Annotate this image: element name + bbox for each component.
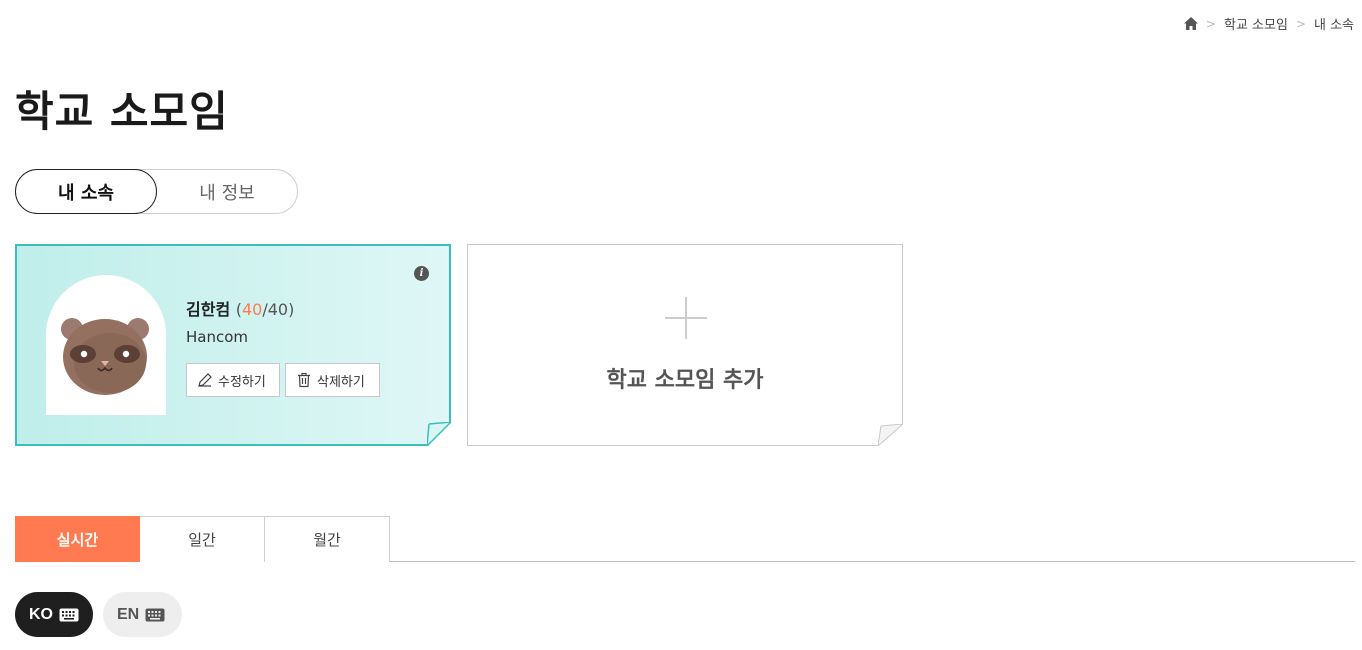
plus-icon <box>665 297 707 339</box>
add-group-card[interactable]: 학교 소모임 추가 <box>467 244 903 446</box>
tab-realtime[interactable]: 실시간 <box>15 516 140 562</box>
keyboard-icon <box>145 608 165 621</box>
card-fold-corner <box>427 422 451 446</box>
tab-daily[interactable]: 일간 <box>140 516 265 562</box>
group-member-name: 김한컴 (40/40) <box>186 296 294 320</box>
language-ko-label: KO <box>29 605 53 623</box>
page-title: 학교 소모임 <box>15 87 229 136</box>
chevron-right-icon: > <box>1205 16 1216 31</box>
affiliation-segmented-control: 내 소속 내 정보 <box>15 169 298 214</box>
delete-button-label: 삭제하기 <box>317 374 365 390</box>
language-en-label: EN <box>117 605 140 623</box>
edit-button-label: 수정하기 <box>218 374 266 390</box>
add-group-label: 학교 소모임 추가 <box>606 368 764 393</box>
raccoon-avatar <box>61 318 149 395</box>
delete-button[interactable]: 삭제하기 <box>285 363 380 397</box>
info-icon[interactable]: i <box>414 266 429 281</box>
tab-my-info[interactable]: 내 정보 <box>156 169 298 214</box>
organization-name: Hancom <box>186 328 249 346</box>
member-name: 김한컴 <box>186 300 231 319</box>
keyboard-icon <box>59 608 79 621</box>
breadcrumb-item-my-affiliation[interactable]: 내 소속 <box>1314 14 1354 33</box>
member-count-total: /40) <box>262 300 295 319</box>
chevron-right-icon: > <box>1295 16 1306 31</box>
member-count-current: 40 <box>242 300 263 319</box>
edit-button[interactable]: 수정하기 <box>186 363 280 397</box>
home-icon[interactable] <box>1183 17 1198 30</box>
member-count: (40/40) <box>235 300 295 319</box>
breadcrumb-item-school-groups[interactable]: 학교 소모임 <box>1224 14 1288 33</box>
group-card: i 김한컴 (40/40) Hancom 수정하기 삭제하기 <box>15 244 451 446</box>
avatar <box>46 275 166 415</box>
period-tabs: 실시간 일간 월간 <box>15 516 1355 562</box>
card-fold-corner <box>878 424 903 446</box>
language-en-button[interactable]: EN <box>103 592 182 637</box>
tab-my-affiliation[interactable]: 내 소속 <box>15 169 157 214</box>
pencil-icon <box>198 373 212 387</box>
breadcrumb: > 학교 소모임 > 내 소속 <box>1183 14 1354 33</box>
language-ko-button[interactable]: KO <box>15 592 93 637</box>
tab-monthly[interactable]: 월간 <box>265 516 390 562</box>
trash-icon <box>298 372 310 388</box>
